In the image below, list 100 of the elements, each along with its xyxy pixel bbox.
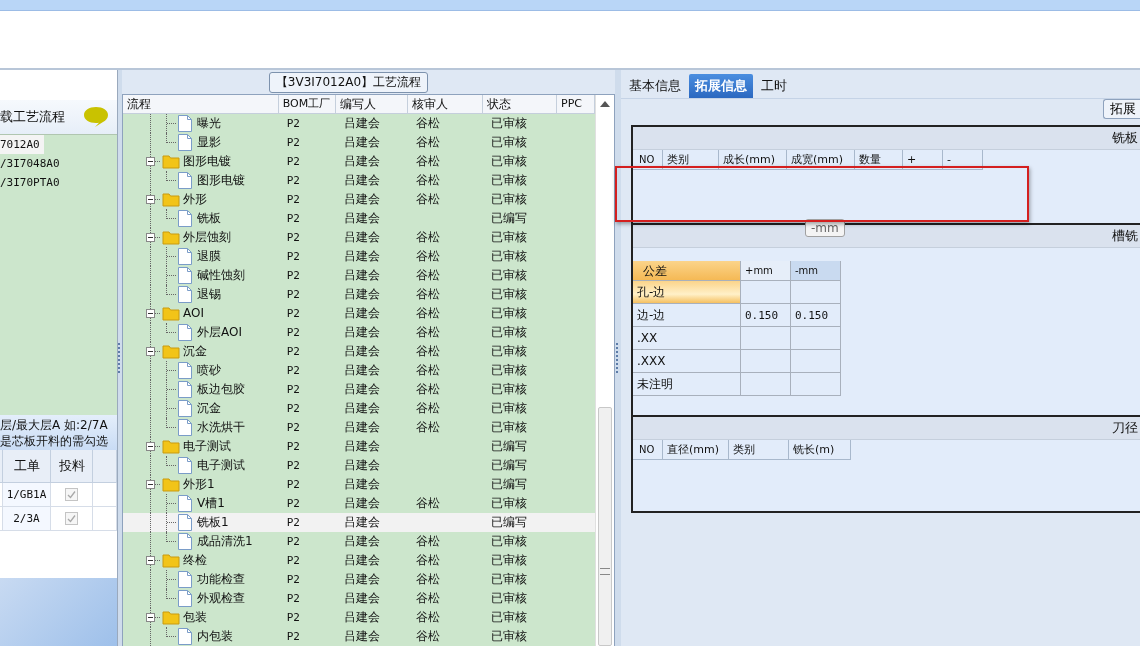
step-name: 成品清洗1	[197, 533, 253, 550]
table-row[interactable]: 喷砂 P2 吕建会 谷松 已审核	[123, 361, 596, 380]
table-row[interactable]: 板边包胶 P2 吕建会 谷松 已审核	[123, 380, 596, 399]
column-header[interactable]: 类别	[663, 150, 719, 170]
table-cell: P2	[286, 345, 300, 358]
table-row[interactable]: 沉金 P2 吕建会 谷松 已审核	[123, 399, 596, 418]
table-cell	[93, 450, 117, 483]
column-header[interactable]: 工单	[3, 450, 51, 483]
table-row[interactable]: 外层蚀刻 P2 吕建会 谷松 已审核	[123, 228, 596, 247]
list-item[interactable]: /3I7048A0	[0, 154, 64, 173]
column-header[interactable]: 类别	[729, 440, 789, 460]
table-row[interactable]: AOI P2 吕建会 谷松 已审核	[123, 304, 596, 323]
collapse-icon[interactable]	[146, 613, 155, 622]
column-header[interactable]: 成宽(mm)	[787, 150, 855, 170]
table-cell[interactable]: 未注明	[633, 373, 741, 396]
column-header[interactable]: 流程	[123, 95, 279, 113]
tab[interactable]: 工时	[755, 74, 793, 98]
column-header[interactable]: NO	[633, 150, 663, 170]
table-row[interactable]: 沉金 P2 吕建会 谷松 已审核	[123, 342, 596, 361]
table-row[interactable]: 包装 P2 吕建会 谷松 已审核	[123, 608, 596, 627]
table-cell	[791, 350, 841, 373]
table-cell[interactable]: 孔-边	[633, 281, 741, 304]
table-row[interactable]: 图形电镀 P2 吕建会 谷松 已审核	[123, 152, 596, 171]
column-header[interactable]: +mm	[741, 261, 791, 281]
column-header[interactable]: -	[943, 150, 983, 170]
table-cell: P2	[286, 383, 300, 396]
table-row[interactable]: 铣板 P2 吕建会 已编写	[123, 209, 596, 228]
collapse-icon[interactable]	[146, 442, 155, 451]
step-name: 包装	[183, 609, 207, 626]
column-header[interactable]: 投料	[51, 450, 93, 483]
table-cell: 已审核	[491, 135, 528, 149]
checkbox[interactable]	[65, 488, 78, 501]
column-header[interactable]: NO	[633, 440, 663, 460]
table-row[interactable]: 电子测试 P2 吕建会 已编写	[123, 437, 596, 456]
column-header[interactable]: 铣长(m)	[789, 440, 851, 460]
column-header[interactable]: 编写人	[335, 95, 409, 113]
column-header[interactable]: 直径(mm)	[663, 440, 729, 460]
table-row[interactable]: 功能检查 P2 吕建会 谷松 已审核	[123, 570, 596, 589]
table-row[interactable]: 曝光 P2 吕建会 谷松 已审核	[123, 114, 596, 133]
step-name: 电子测试	[197, 457, 245, 474]
table-cell: P2	[286, 402, 300, 415]
tab[interactable]: 基本信息	[623, 74, 687, 98]
collapse-icon[interactable]	[146, 233, 155, 242]
table-cell[interactable]: .XX	[633, 327, 741, 350]
list-item[interactable]: /3I70PTA0	[0, 173, 64, 192]
step-name: 铣板1	[197, 514, 229, 531]
scroll-up-icon[interactable]	[600, 101, 610, 107]
table-cell: 谷松	[416, 135, 441, 149]
collapse-icon[interactable]	[146, 556, 155, 565]
column-header[interactable]: 成长(mm)	[719, 150, 787, 170]
column-header[interactable]: BOM工厂	[278, 95, 336, 113]
document-icon	[178, 628, 192, 645]
column-header[interactable]: 核审人	[408, 95, 484, 113]
column-header[interactable]: +	[903, 150, 943, 170]
table-row[interactable]: 显影 P2 吕建会 谷松 已审核	[123, 133, 596, 152]
table-row[interactable]: 退膜 P2 吕建会 谷松 已审核	[123, 247, 596, 266]
list-item[interactable]: 7012A0	[0, 135, 44, 154]
column-header[interactable]: 状态	[483, 95, 558, 113]
column-header[interactable]: 数量	[855, 150, 903, 170]
table-row[interactable]: 外层AOI P2 吕建会 谷松 已审核	[123, 323, 596, 342]
folder-icon	[162, 306, 180, 321]
table-row[interactable]: 碱性蚀刻 P2 吕建会 谷松 已审核	[123, 266, 596, 285]
table-cell: 谷松	[416, 268, 441, 282]
table-row[interactable]: 终检 P2 吕建会 谷松 已审核	[123, 551, 596, 570]
column-header[interactable]: 公差	[633, 261, 741, 281]
table-cell[interactable]: 边-边	[633, 304, 741, 327]
collapse-icon[interactable]	[146, 480, 155, 489]
column-header[interactable]: -mm	[791, 261, 841, 281]
table-row[interactable]: 铣板1 P2 吕建会 已编写	[123, 513, 596, 532]
table-cell: P2	[286, 592, 300, 605]
table-cell: 吕建会	[343, 553, 380, 567]
table-row[interactable]: 内包装 P2 吕建会 谷松 已审核	[123, 627, 596, 646]
table-row[interactable]: 水洗烘干 P2 吕建会 谷松 已审核	[123, 418, 596, 437]
collapse-icon[interactable]	[146, 157, 155, 166]
table-cell: P2	[286, 155, 300, 168]
collapse-icon[interactable]	[146, 195, 155, 204]
table-row[interactable]: 外形 P2 吕建会 谷松 已审核	[123, 190, 596, 209]
table-cell: 已审核	[491, 325, 528, 339]
tab[interactable]: 拓展信息	[689, 74, 753, 98]
folder-icon	[162, 192, 180, 207]
step-name: 内包装	[197, 628, 233, 645]
table-cell: 已编写	[491, 515, 528, 529]
table-row[interactable]: 外形1 P2 吕建会 已编写	[123, 475, 596, 494]
checkbox[interactable]	[65, 512, 78, 525]
document-icon	[178, 571, 192, 588]
table-row[interactable]: 外观检查 P2 吕建会 谷松 已审核	[123, 589, 596, 608]
collapse-icon[interactable]	[146, 347, 155, 356]
table-row[interactable]: 图形电镀 P2 吕建会 谷松 已审核	[123, 171, 596, 190]
table-cell: 已审核	[491, 173, 528, 187]
scrollbar[interactable]	[595, 95, 614, 646]
table-cell: 0.150	[791, 304, 841, 327]
extension-button[interactable]: 拓展	[1103, 99, 1140, 119]
table-row[interactable]: 成品清洗1 P2 吕建会 谷松 已审核	[123, 532, 596, 551]
table-row[interactable]: 退锡 P2 吕建会 谷松 已审核	[123, 285, 596, 304]
table-cell: 吕建会	[343, 458, 380, 472]
table-row[interactable]: 电子测试 P2 吕建会 已编写	[123, 456, 596, 475]
step-name: 退锡	[197, 286, 221, 303]
collapse-icon[interactable]	[146, 309, 155, 318]
table-cell[interactable]: .XXX	[633, 350, 741, 373]
table-cell: 已审核	[491, 249, 528, 263]
